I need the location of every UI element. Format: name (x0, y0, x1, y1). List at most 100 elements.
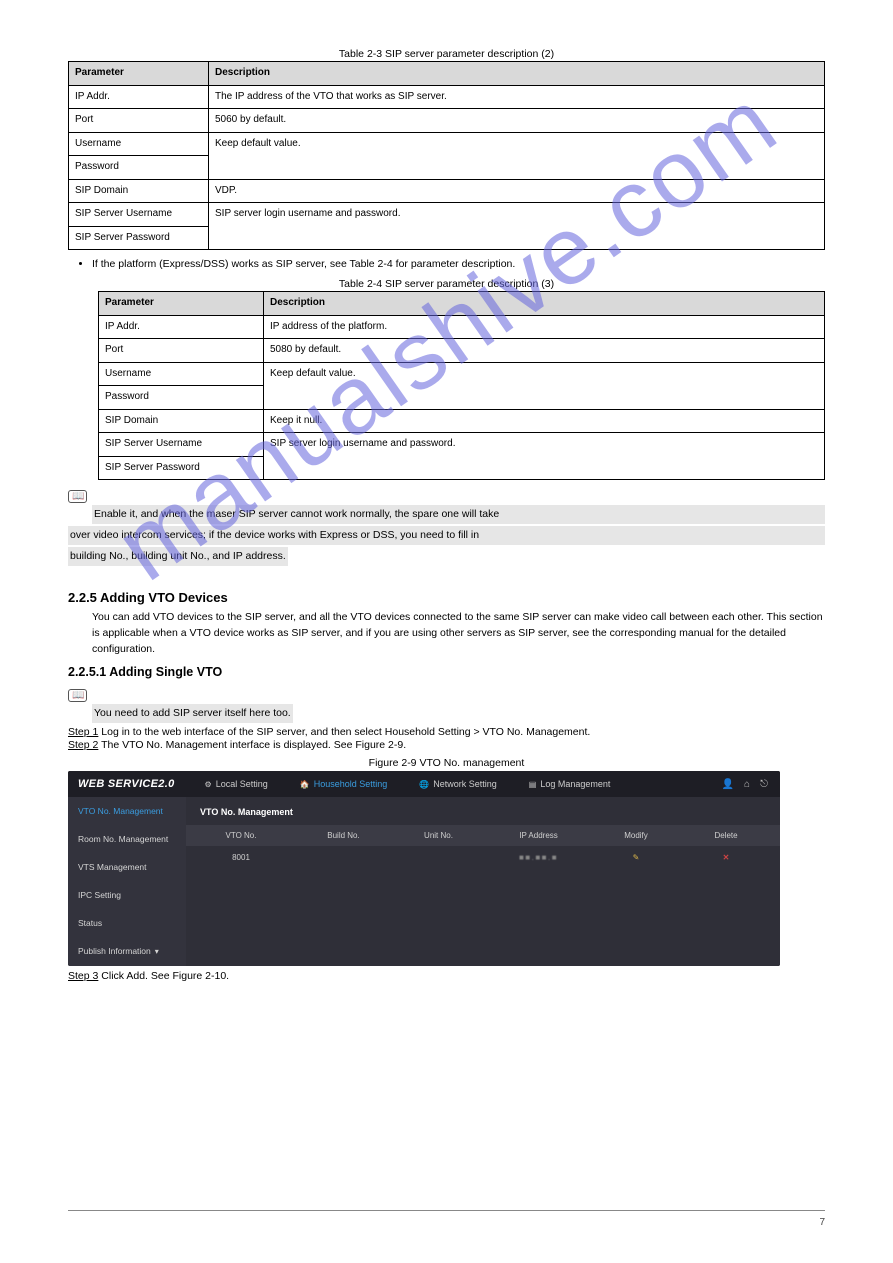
table2: Parameter Description IP Addr. IP addres… (98, 291, 825, 480)
table-row: 8001 ■■.■■.■ ✎ ✕ (186, 846, 780, 869)
home-icon[interactable]: ⌂ (744, 779, 750, 790)
house-icon: 🏠 (300, 780, 310, 789)
cell-ip: ■■.■■.■ (486, 853, 591, 862)
step2-label: Step 2 (68, 739, 98, 751)
th-build: Build No. (296, 831, 391, 840)
t2-r1-param: Port (99, 339, 264, 363)
screenshot-figure: WEB SERVICE2.0 ⚙ Local Setting 🏠 Household… (68, 771, 780, 966)
gear-icon: ⚙ (205, 780, 212, 789)
table1-header-desc: Description (209, 62, 825, 86)
note-body-2: You need to add SIP server itself here t… (92, 704, 825, 725)
globe-icon: 🌐 (419, 780, 429, 789)
t1-r4-param: SIP Domain (69, 179, 209, 203)
tab-local-setting[interactable]: ⚙ Local Setting (189, 771, 284, 797)
intro-bullet: If the platform (Express/DSS) works as S… (92, 256, 825, 272)
sidebar-item-vto[interactable]: VTO No. Management (68, 797, 186, 825)
t1-r1-param: Port (69, 109, 209, 133)
t1-r0-desc: The IP address of the VTO that works as … (209, 85, 825, 109)
t2-r5-param: SIP Server Username (99, 433, 264, 457)
th-unit: Unit No. (391, 831, 486, 840)
step3-label: Step 3 (68, 970, 98, 982)
ss-topbar: WEB SERVICE2.0 ⚙ Local Setting 🏠 Household… (68, 771, 780, 797)
delete-button[interactable]: ✕ (681, 853, 771, 862)
tab-house-label: Household Setting (314, 779, 388, 789)
step3: Step 3 Click Add. See Figure 2-10. (68, 970, 825, 982)
t1-r4-desc: VDP. (209, 179, 825, 203)
table-header: VTO No. Build No. Unit No. IP Address Mo… (186, 825, 780, 846)
user-icon[interactable]: 👤 (722, 779, 734, 790)
th-vto: VTO No. (186, 831, 296, 840)
t2-r1-desc: 5080 by default. (264, 339, 825, 363)
cell-unit (391, 853, 486, 862)
t1-r0-param: IP Addr. (69, 85, 209, 109)
sidebar-item-ipc[interactable]: IPC Setting (68, 881, 186, 909)
t2-r0-desc: IP address of the platform. (264, 315, 825, 339)
modify-button[interactable]: ✎ (591, 853, 681, 862)
tab-household-setting[interactable]: 🏠 Household Setting (284, 771, 404, 797)
step3-text: Click Add. See Figure 2-10. (101, 970, 229, 982)
section-body: You can add VTO devices to the SIP serve… (92, 609, 825, 658)
table1: Parameter Description IP Addr. The IP ad… (68, 61, 825, 250)
subsection-heading: 2.2.5.1 Adding Single VTO (68, 665, 825, 679)
t2-r0-param: IP Addr. (99, 315, 264, 339)
table2-header-param: Parameter (99, 292, 264, 316)
section-heading: 2.2.5 Adding VTO Devices (68, 590, 825, 605)
note-line1: Enable it, and when the maser SIP server… (92, 505, 825, 524)
tab-network-setting[interactable]: 🌐 Network Setting (403, 771, 513, 797)
t2-r2-param: Username (99, 362, 264, 386)
note-body: Enable it, and when the maser SIP server… (92, 505, 825, 567)
step2: Step 2 The VTO No. Management interface … (68, 739, 825, 751)
th-ip: IP Address (486, 831, 591, 840)
ss-sidebar: VTO No. Management Room No. Management V… (68, 797, 186, 966)
sidebar-publish-label: Publish Information (78, 946, 151, 956)
note-icon-2: 📖 (68, 689, 87, 702)
exit-icon[interactable]: ⎋ (760, 779, 768, 790)
t2-r2-desc: Keep default value. (264, 362, 825, 409)
cell-vto: 8001 (186, 853, 296, 862)
sidebar-item-status[interactable]: Status (68, 909, 186, 937)
page-number: 7 (819, 1217, 825, 1228)
table2-header-desc: Description (264, 292, 825, 316)
table1-header-param: Parameter (69, 62, 209, 86)
t2-r5-desc: SIP server login username and password. (264, 433, 825, 480)
chevron-down-icon: ▾ (155, 947, 159, 956)
step1-text: Log in to the web interface of the SIP s… (101, 726, 590, 738)
tab-local-label: Local Setting (216, 779, 268, 789)
step1: Step 1 Log in to the web interface of th… (68, 726, 825, 738)
footer-divider (68, 1210, 825, 1211)
note2-line: You need to add SIP server itself here t… (92, 704, 293, 723)
tab-net-label: Network Setting (433, 779, 497, 789)
note-icon: 📖 (68, 490, 87, 503)
table1-caption: Table 2-3 SIP server parameter descripti… (68, 48, 825, 60)
th-delete: Delete (681, 831, 771, 840)
ss-logo: WEB SERVICE2.0 (68, 778, 189, 790)
figure-caption: Figure 2-9 VTO No. management (68, 757, 825, 769)
sidebar-item-publish[interactable]: Publish Information ▾ (68, 937, 186, 965)
t1-r5-desc: SIP server login username and password. (209, 203, 825, 250)
th-modify: Modify (591, 831, 681, 840)
table2-caption: Table 2-4 SIP server parameter descripti… (68, 278, 825, 290)
step1-label: Step 1 (68, 726, 98, 738)
doc-icon: ▤ (529, 780, 537, 789)
t2-r3-param: Password (99, 386, 264, 410)
note-line3: building No., building unit No., and IP … (68, 547, 288, 566)
step2-text: The VTO No. Management interface is disp… (101, 739, 406, 751)
t1-r6-param: SIP Server Password (69, 226, 209, 250)
t2-r4-desc: Keep it null. (264, 409, 825, 433)
t1-r1-desc: 5060 by default. (209, 109, 825, 133)
t2-r4-param: SIP Domain (99, 409, 264, 433)
t2-r6-param: SIP Server Password (99, 456, 264, 480)
content-title: VTO No. Management (186, 797, 780, 825)
t1-r2-param: Username (69, 132, 209, 156)
tab-log-label: Log Management (540, 779, 610, 789)
t1-r3-param: Password (69, 156, 209, 180)
sidebar-item-room[interactable]: Room No. Management (68, 825, 186, 853)
intro-list: If the platform (Express/DSS) works as S… (92, 256, 825, 272)
sidebar-item-vts[interactable]: VTS Management (68, 853, 186, 881)
t1-r2-desc: Keep default value. (209, 132, 825, 179)
ss-content: VTO No. Management VTO No. Build No. Uni… (186, 797, 780, 966)
note-line2: over video intercom services; if the dev… (68, 526, 825, 545)
cell-build (296, 853, 391, 862)
tab-log-management[interactable]: ▤Log Management (513, 771, 627, 797)
t1-r5-param: SIP Server Username (69, 203, 209, 227)
